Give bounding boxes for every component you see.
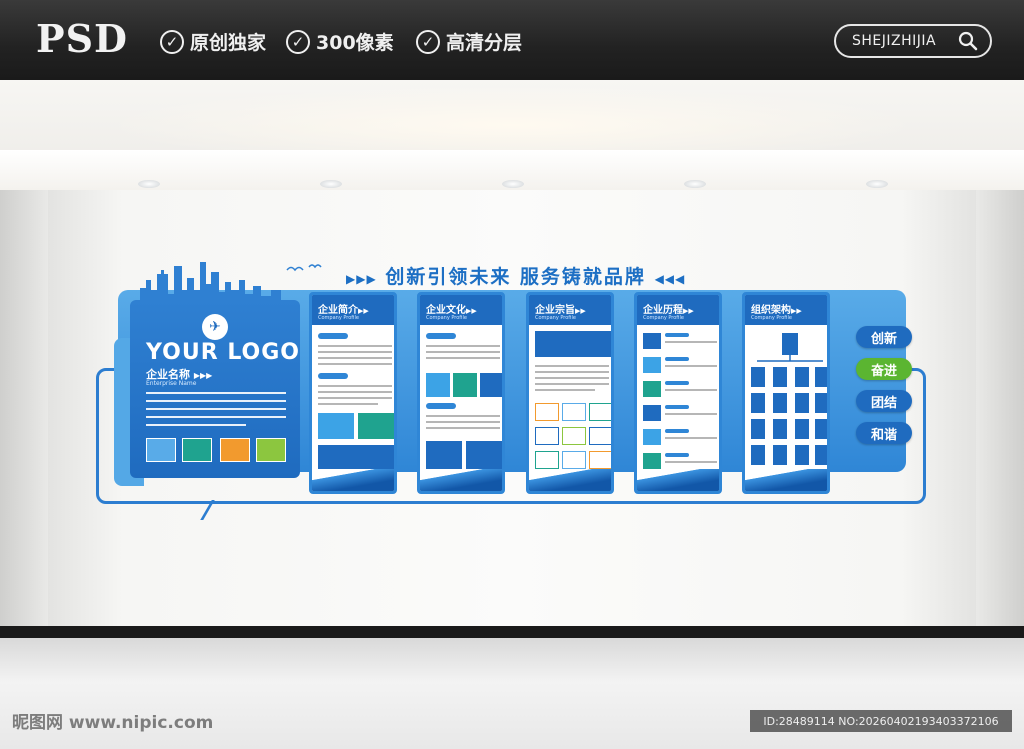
panel-header: 企业历程▶▶ Company Profile [637, 295, 719, 325]
top-banner: PSD ✓ 原创独家 ✓ 300像素 ✓ 高清分层 SHEJIZHIJIA [0, 0, 1024, 80]
check-circle-icon: ✓ [160, 29, 184, 54]
image-block [358, 413, 394, 439]
color-swatch [220, 438, 250, 462]
image-block [535, 331, 611, 357]
watermark-id: ID:28489114 NO:20260402193403372106 [750, 710, 1012, 732]
panel-header: 企业简介▶▶ Company Profile [312, 295, 394, 325]
company-name-en: Enterprise Name [146, 380, 197, 387]
text-line [146, 416, 286, 418]
text-line [146, 400, 286, 402]
panel-wave [637, 469, 719, 491]
image-block [453, 373, 477, 397]
slogan-text: 创新引领未来 服务铸就品牌 [385, 266, 646, 288]
image-block [318, 445, 394, 471]
color-swatch [256, 438, 286, 462]
paper-plane-icon: ✈ [202, 314, 228, 340]
section-chip [426, 403, 456, 409]
section-chip [426, 333, 456, 339]
image-block [426, 441, 462, 471]
search-icon[interactable] [958, 31, 978, 51]
spotlight [502, 180, 524, 188]
text-line [146, 424, 246, 426]
panel-company-purpose: 企业宗旨▶▶ Company Profile [526, 292, 614, 494]
wall-right [976, 190, 1024, 630]
panel-company-history: 企业历程▶▶ Company Profile [634, 292, 722, 494]
panel-company-profile: 企业简介▶▶ Company Profile [309, 292, 397, 494]
text-line [146, 392, 286, 394]
wall-left [0, 190, 48, 630]
watermark-left: 昵图网 www.nipic.com [12, 713, 214, 733]
value-pill-innovation: 创新 [856, 326, 912, 348]
value-pill-unity: 团结 [856, 390, 912, 412]
panel-header: 企业文化▶▶ Company Profile [420, 295, 502, 325]
search-box[interactable]: SHEJIZHIJIA [834, 24, 992, 58]
check-circle-icon: ✓ [416, 29, 440, 54]
panel-wave [529, 469, 611, 491]
baseboard [0, 626, 1024, 638]
color-swatch [182, 438, 212, 462]
feature-resolution: ✓ 300像素 [286, 28, 394, 55]
spotlight [684, 180, 706, 188]
search-label: SHEJIZHIJIA [852, 33, 937, 49]
panel-org-structure: 组织架构▶▶ Company Profile [742, 292, 830, 494]
text-line [146, 408, 286, 410]
feature-layers: ✓ 高清分层 [416, 28, 522, 55]
check-circle-icon: ✓ [286, 29, 310, 54]
image-block [466, 441, 502, 471]
panel-wave [745, 469, 827, 491]
spotlight [138, 180, 160, 188]
panel-wave [420, 469, 502, 491]
birds-icon [286, 264, 322, 272]
image-block [480, 373, 502, 397]
panel-wave [312, 469, 394, 491]
logo-panel: ✈ YOUR LOGO 企业名称 ▶▶▶ Enterprise Name [130, 300, 300, 478]
panel-header: 组织架构▶▶ Company Profile [745, 295, 827, 325]
color-swatch [146, 438, 176, 462]
org-chart-icon [751, 333, 827, 465]
section-chip [318, 373, 348, 379]
image-block [426, 373, 450, 397]
panel-header: 企业宗旨▶▶ Company Profile [529, 295, 611, 325]
spotlight [320, 180, 342, 188]
value-pill-harmony: 和谐 [856, 422, 912, 444]
section-chip [318, 333, 348, 339]
feature-original: ✓ 原创独家 [160, 28, 266, 55]
brand-psd: PSD [36, 16, 128, 61]
spotlight [866, 180, 888, 188]
image-block [318, 413, 354, 439]
value-pill-striving: 奋进 [856, 358, 912, 380]
logo-title: YOUR LOGO [146, 340, 301, 365]
panel-company-culture: 企业文化▶▶ Company Profile [417, 292, 505, 494]
board-slogan: ▶▶▶ 创新引领未来 服务铸就品牌 ◀◀◀ [346, 266, 686, 288]
